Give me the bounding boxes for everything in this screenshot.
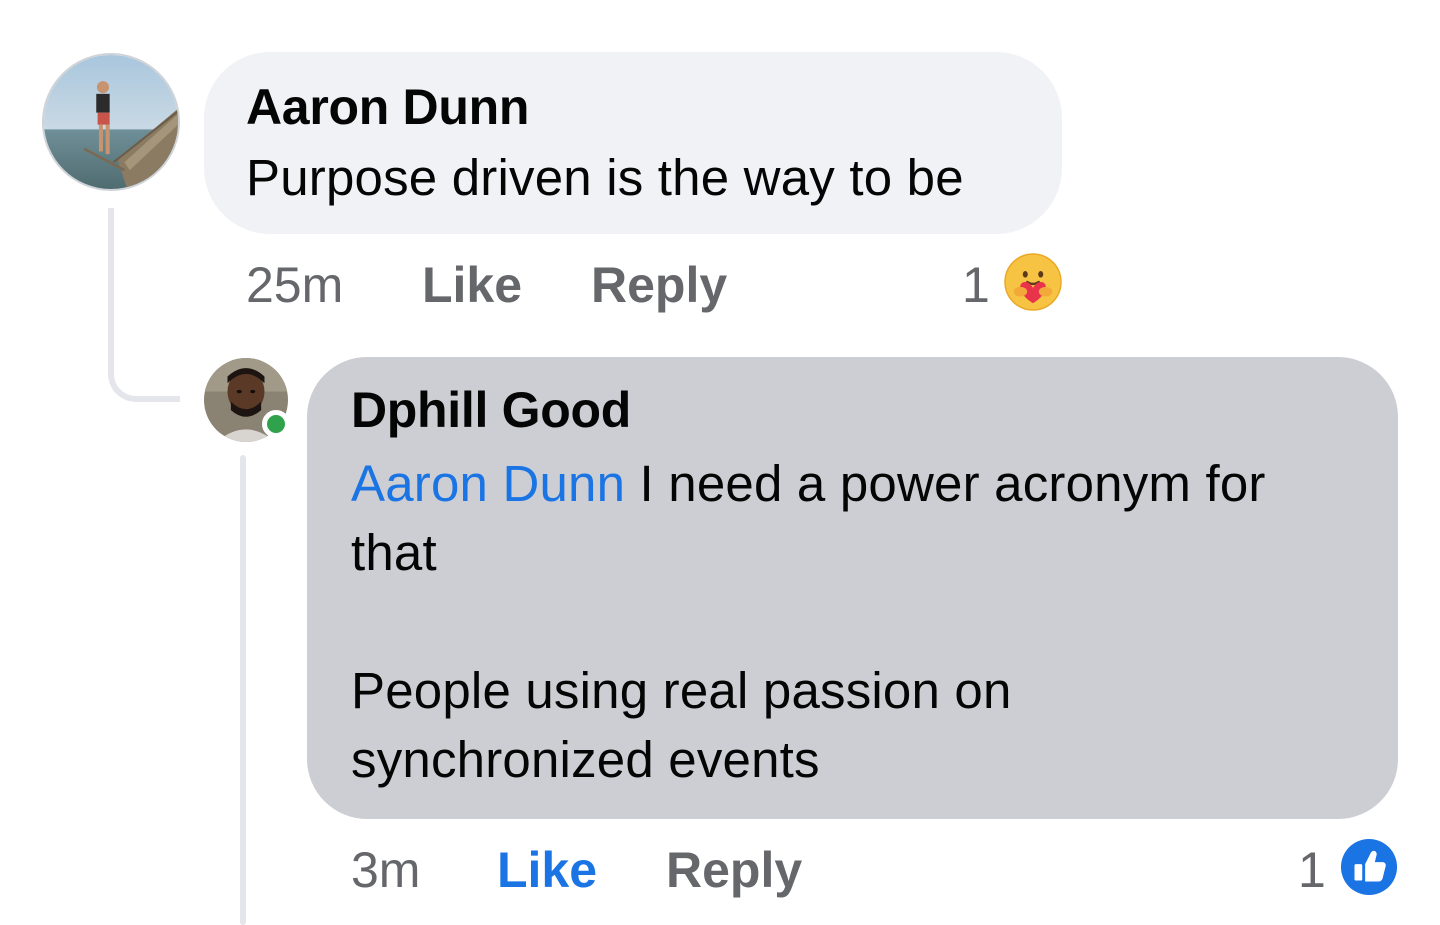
comment-timestamp[interactable]: 25m — [246, 255, 343, 315]
comment-bubble-highlighted: Dphill Good Aaron Dunn I need a power ac… — [307, 357, 1398, 819]
comment-text-segment: I need a power acronym for — [625, 455, 1266, 512]
mention-link[interactable]: Aaron Dunn — [351, 455, 625, 512]
avatar-photo — [44, 55, 178, 189]
comment-author[interactable]: Aaron Dunn — [246, 78, 1020, 136]
like-icon[interactable] — [1340, 838, 1398, 896]
avatar-aaron-dunn[interactable] — [42, 53, 180, 191]
comment-text-line: that — [351, 524, 437, 581]
comment-text-line: Aaron Dunn I need a power acronym for — [351, 449, 1356, 518]
online-status-indicator — [262, 410, 290, 438]
comment-text: Purpose driven is the way to be — [246, 149, 964, 206]
reply-button[interactable]: Reply — [666, 840, 802, 900]
care-icon[interactable] — [1004, 253, 1062, 311]
comment-text-line: synchronized events — [351, 731, 820, 788]
reply-button[interactable]: Reply — [591, 255, 727, 315]
comment-actions: 25m Like Reply 1 — [0, 255, 1440, 315]
comment-author[interactable]: Dphill Good — [351, 381, 1356, 439]
reaction-count[interactable]: 1 — [962, 255, 990, 315]
comment-thread: Aaron Dunn Purpose driven is the way to … — [0, 0, 1440, 925]
like-button[interactable]: Like — [497, 840, 597, 900]
comment-bubble: Aaron Dunn Purpose driven is the way to … — [204, 52, 1062, 234]
comment-text: Aaron Dunn I need a power acronym for th… — [351, 449, 1356, 794]
comment-timestamp[interactable]: 3m — [351, 840, 420, 900]
comment-actions: 3m Like Reply 1 — [0, 840, 1440, 900]
like-button[interactable]: Like — [422, 255, 522, 315]
reaction-count[interactable]: 1 — [1298, 840, 1326, 900]
comment-text-line: People using real passion on — [351, 662, 1012, 719]
